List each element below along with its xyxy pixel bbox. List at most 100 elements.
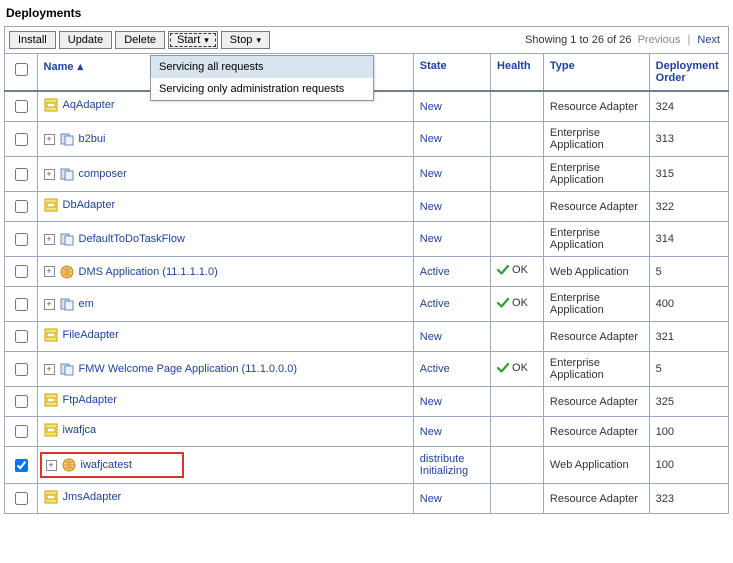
order-cell: 323 — [649, 484, 728, 514]
row-checkbox[interactable] — [15, 395, 28, 408]
health-cell: OK — [491, 257, 544, 287]
type-cell: Resource Adapter — [543, 91, 649, 122]
type-cell: Enterprise Application — [543, 352, 649, 387]
table-row: FtpAdapterNewResource Adapter325 — [5, 387, 729, 417]
connector-icon — [44, 198, 58, 212]
deployment-name-link[interactable]: FtpAdapter — [63, 394, 117, 406]
col-state[interactable]: State — [413, 54, 490, 92]
col-order[interactable]: Deployment Order — [649, 54, 728, 92]
install-button[interactable]: Install — [9, 31, 56, 49]
order-cell: 321 — [649, 322, 728, 352]
type-cell: Resource Adapter — [543, 417, 649, 447]
check-icon — [497, 264, 509, 276]
col-health[interactable]: Health — [491, 54, 544, 92]
pager-previous[interactable]: Previous — [638, 34, 681, 46]
row-checkbox[interactable] — [15, 265, 28, 278]
deployment-name-link[interactable]: DbAdapter — [63, 199, 116, 211]
state-link[interactable]: New — [420, 396, 442, 408]
health-cell — [491, 122, 544, 157]
health-cell — [491, 222, 544, 257]
state-link[interactable]: New — [420, 101, 442, 113]
state-link[interactable]: New — [420, 493, 442, 505]
deployment-name-link[interactable]: b2bui — [79, 133, 106, 145]
state-link[interactable]: Active — [420, 363, 450, 375]
row-checkbox[interactable] — [15, 330, 28, 343]
connector-icon — [44, 423, 58, 437]
table-row: DbAdapterNewResource Adapter322 — [5, 192, 729, 222]
app-icon — [60, 232, 74, 246]
deployment-name-link[interactable]: iwafjca — [63, 424, 97, 436]
delete-button[interactable]: Delete — [115, 31, 165, 49]
deployment-name-link[interactable]: JmsAdapter — [63, 491, 122, 503]
row-checkbox[interactable] — [15, 100, 28, 113]
state-link[interactable]: New — [420, 426, 442, 438]
type-cell: Enterprise Application — [543, 122, 649, 157]
order-cell: 324 — [649, 91, 728, 122]
select-all-checkbox[interactable] — [15, 63, 28, 76]
page-title: Deployments — [4, 4, 729, 26]
table-row: +DMS Application (11.1.1.1.0)ActiveOKWeb… — [5, 257, 729, 287]
expand-icon[interactable]: + — [44, 234, 55, 245]
state-link[interactable]: New — [420, 331, 442, 343]
row-checkbox[interactable] — [15, 459, 28, 472]
menu-servicing-admin[interactable]: Servicing only administration requests — [151, 78, 373, 100]
app-icon — [60, 297, 74, 311]
state-link[interactable]: distribute Initializing — [420, 453, 468, 477]
deployment-name-link[interactable]: iwafjcatest — [81, 459, 132, 471]
type-cell: Web Application — [543, 447, 649, 484]
expand-icon[interactable]: + — [46, 460, 57, 471]
chevron-down-icon: ▾ — [256, 35, 261, 46]
check-icon — [497, 362, 509, 374]
deployment-name-link[interactable]: AqAdapter — [63, 99, 115, 111]
menu-servicing-all[interactable]: Servicing all requests — [151, 56, 373, 78]
state-link[interactable]: Active — [420, 298, 450, 310]
deployments-table: Name▴ State Health Type Deployment Order… — [4, 53, 729, 514]
start-button[interactable]: Start▾ — [168, 31, 218, 49]
type-cell: Enterprise Application — [543, 222, 649, 257]
health-cell — [491, 484, 544, 514]
row-checkbox[interactable] — [15, 425, 28, 438]
row-checkbox[interactable] — [15, 133, 28, 146]
sort-asc-icon: ▴ — [78, 60, 84, 73]
expand-icon[interactable]: + — [44, 266, 55, 277]
row-checkbox[interactable] — [15, 363, 28, 376]
expand-icon[interactable]: + — [44, 299, 55, 310]
state-link[interactable]: New — [420, 168, 442, 180]
state-link[interactable]: New — [420, 133, 442, 145]
order-cell: 100 — [649, 447, 728, 484]
deployment-name-link[interactable]: em — [79, 298, 94, 310]
deployment-name-link[interactable]: composer — [79, 168, 127, 180]
health-cell — [491, 417, 544, 447]
pager-range: Showing 1 to 26 of 26 — [525, 34, 631, 46]
expand-icon[interactable]: + — [44, 364, 55, 375]
col-checkbox — [5, 54, 38, 92]
app-icon — [60, 167, 74, 181]
expand-icon[interactable]: + — [44, 169, 55, 180]
row-checkbox[interactable] — [15, 298, 28, 311]
chevron-down-icon: ▾ — [204, 35, 209, 46]
row-checkbox[interactable] — [15, 200, 28, 213]
health-cell — [491, 157, 544, 192]
col-type[interactable]: Type — [543, 54, 649, 92]
deployment-name-link[interactable]: FileAdapter — [63, 329, 119, 341]
stop-button[interactable]: Stop▾ — [221, 31, 270, 49]
row-checkbox[interactable] — [15, 233, 28, 246]
health-cell — [491, 322, 544, 352]
health-cell: OK — [491, 287, 544, 322]
expand-icon[interactable]: + — [44, 134, 55, 145]
type-cell: Resource Adapter — [543, 192, 649, 222]
connector-icon — [44, 393, 58, 407]
row-checkbox[interactable] — [15, 492, 28, 505]
state-link[interactable]: Active — [420, 266, 450, 278]
deployment-name-link[interactable]: FMW Welcome Page Application (11.1.0.0.0… — [79, 363, 297, 375]
start-menu: Servicing all requests Servicing only ad… — [150, 55, 374, 101]
pager-next[interactable]: Next — [697, 34, 720, 46]
pager: Showing 1 to 26 of 26 Previous | Next — [525, 34, 724, 46]
update-button[interactable]: Update — [59, 31, 112, 49]
state-link[interactable]: New — [420, 233, 442, 245]
deployment-name-link[interactable]: DMS Application (11.1.1.1.0) — [79, 266, 218, 278]
order-cell: 400 — [649, 287, 728, 322]
deployment-name-link[interactable]: DefaultToDoTaskFlow — [79, 233, 185, 245]
row-checkbox[interactable] — [15, 168, 28, 181]
state-link[interactable]: New — [420, 201, 442, 213]
